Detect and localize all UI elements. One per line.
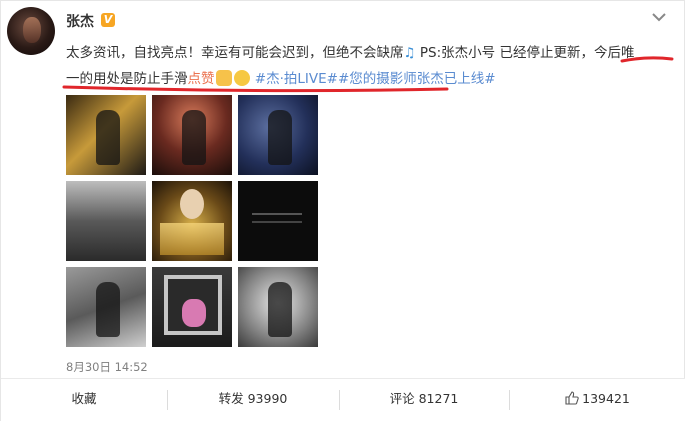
post-text-segment: 太多资讯，自找亮点！幸运有可能会迟到，但绝不会缺席 xyxy=(66,45,404,61)
red-underline-annotation-2 xyxy=(62,85,449,93)
music-note-icon: ♫ xyxy=(403,45,416,61)
like-button[interactable]: 139421 xyxy=(509,379,685,421)
photo-stage-performance-2[interactable] xyxy=(152,95,232,175)
photo-award-poster[interactable] xyxy=(152,181,232,261)
action-bar: 收藏 转发 93990 评论 81271 139421 xyxy=(1,378,685,421)
photo-stage-performance-3[interactable] xyxy=(238,95,318,175)
weibo-post-card: 张杰 V 太多资讯，自找亮点！幸运有可能会迟到，但绝不会缺席♫ PS:张杰小号 … xyxy=(0,0,685,421)
post-text-segment: PS:张杰小号 已经停止更新，今后唯 xyxy=(415,45,635,61)
favorite-button[interactable]: 收藏 xyxy=(1,379,167,421)
repost-button[interactable]: 转发 93990 xyxy=(167,379,339,421)
photo-stage-performance-1[interactable] xyxy=(66,95,146,175)
username[interactable]: 张杰 xyxy=(66,11,94,31)
photo-backstage[interactable] xyxy=(66,267,146,347)
verified-badge-icon: V xyxy=(101,13,115,27)
photo-dark-slide[interactable] xyxy=(238,181,318,261)
thumbs-up-icon xyxy=(565,391,579,405)
like-count: 139421 xyxy=(582,391,630,406)
photo-concert-crowd[interactable] xyxy=(66,181,146,261)
photo-portrait-bw[interactable] xyxy=(238,267,318,347)
photo-framed-poster[interactable] xyxy=(152,267,232,347)
red-underline-annotation-1 xyxy=(620,56,674,63)
post-text-line-1: 太多资讯，自找亮点！幸运有可能会迟到，但绝不会缺席♫ PS:张杰小号 已经停止更… xyxy=(66,41,634,61)
chevron-down-icon[interactable] xyxy=(651,9,667,25)
comment-button[interactable]: 评论 81271 xyxy=(339,379,509,421)
avatar[interactable] xyxy=(7,7,55,55)
post-timestamp[interactable]: 8月30日 14:52 xyxy=(66,359,148,375)
